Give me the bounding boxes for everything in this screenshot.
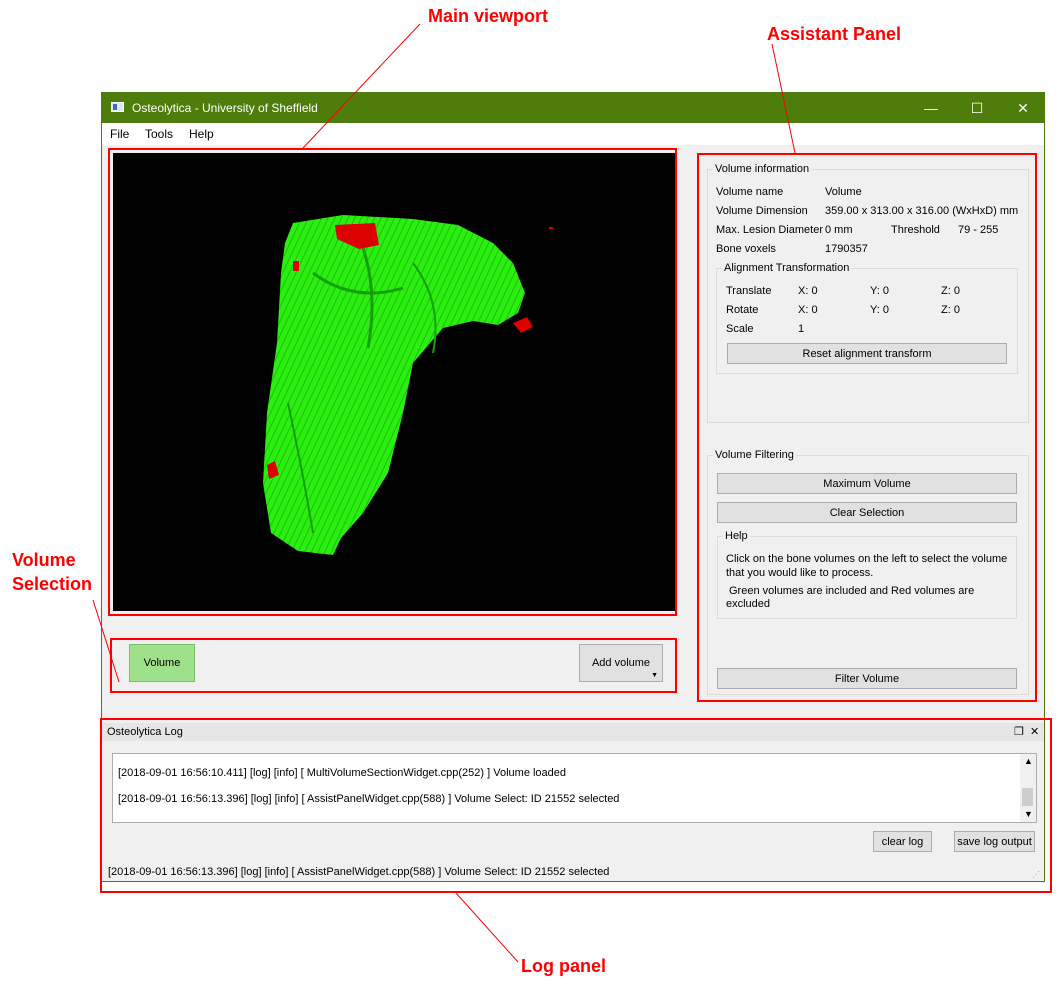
lesion-red-right[interactable] xyxy=(513,317,533,333)
clear-log-button[interactable]: clear log xyxy=(873,831,932,852)
title-bar[interactable]: Osteolytica - University of Sheffield — … xyxy=(102,93,1044,123)
scroll-up-icon[interactable]: ▲ xyxy=(1024,756,1033,766)
annotation-volume-selection-2: Selection xyxy=(12,574,93,594)
maximum-volume-button[interactable]: Maximum Volume xyxy=(717,473,1017,494)
scroll-down-icon[interactable]: ▼ xyxy=(1024,809,1033,819)
status-bar-text: [2018-09-01 16:56:13.396] [log] [info] [… xyxy=(108,866,610,878)
help-text-3: Green volumes are included and Red volum… xyxy=(729,585,975,597)
translate-label: Translate xyxy=(726,285,772,297)
clear-selection-button[interactable]: Clear Selection xyxy=(717,502,1017,523)
menu-bar: File Tools Help xyxy=(102,123,1044,145)
rotate-label: Rotate xyxy=(726,304,759,316)
threshold-value: 79 - 255 xyxy=(958,224,999,236)
translate-z: Z: 0 xyxy=(941,285,960,297)
annotation-log-panel: Log panel xyxy=(521,956,606,976)
bone-voxels-value: 1790357 xyxy=(825,243,868,255)
float-icon[interactable]: ❐ xyxy=(1014,725,1024,738)
app-window: Osteolytica - University of Sheffield — … xyxy=(101,92,1045,882)
menu-file[interactable]: File xyxy=(110,127,129,141)
volume-button[interactable]: Volume xyxy=(129,644,195,682)
resize-grip-icon[interactable]: ⋰ xyxy=(1032,870,1040,879)
reset-alignment-button[interactable]: Reset alignment transform xyxy=(727,343,1007,364)
log-title-bar: Osteolytica Log ❐ ✕ xyxy=(102,723,1044,741)
log-output[interactable]: [2018-09-01 16:56:10.411] [log] [info] [… xyxy=(112,753,1037,823)
help-text-2: that you would like to process. xyxy=(726,567,874,579)
menu-tools[interactable]: Tools xyxy=(145,127,173,141)
lesion-diameter-label: Max. Lesion Diameter xyxy=(716,224,823,236)
window-title: Osteolytica - University of Sheffield xyxy=(132,101,318,115)
help-text-1: Click on the bone volumes on the left to… xyxy=(726,553,1008,565)
help-text-4: excluded xyxy=(726,598,771,610)
log-scrollbar[interactable]: ▲ ▼ xyxy=(1020,754,1036,822)
annotation-main-viewport: Main viewport xyxy=(428,6,549,26)
volume-name-value: Volume xyxy=(825,186,862,198)
volume-name-label: Volume name xyxy=(716,186,784,198)
add-volume-button[interactable]: Add volume ▼ xyxy=(579,644,663,682)
app-icon xyxy=(111,102,124,112)
volume-information-title: Volume information xyxy=(713,163,812,175)
close-button[interactable]: ✕ xyxy=(1000,93,1046,123)
help-title: Help xyxy=(723,530,750,542)
dropdown-arrow-icon: ▼ xyxy=(651,672,658,679)
scale-label: Scale xyxy=(726,323,754,335)
menu-help[interactable]: Help xyxy=(189,127,214,141)
bone-render[interactable] xyxy=(113,153,675,611)
annotation-assistant-panel: Assistant Panel xyxy=(767,24,902,44)
bone-voxels-label: Bone voxels xyxy=(716,243,776,255)
volume-dimension-value: 359.00 x 313.00 x 316.00 (WxHxD) mm xyxy=(825,205,1019,217)
annotation-volume-selection-1: Volume xyxy=(12,550,76,570)
main-viewport[interactable] xyxy=(113,153,675,611)
rotate-x: X: 0 xyxy=(798,304,818,316)
save-log-button[interactable]: save log output xyxy=(954,831,1035,852)
rotate-z: Z: 0 xyxy=(941,304,960,316)
minimize-button[interactable]: — xyxy=(908,93,954,123)
volume-filtering-title: Volume Filtering xyxy=(713,449,796,461)
maximize-button[interactable]: ☐ xyxy=(954,93,1000,123)
volume-dimension-label: Volume Dimension xyxy=(716,205,808,217)
log-entry: [2018-09-01 16:56:10.411] [log] [info] [… xyxy=(118,767,567,779)
log-entry: [2018-09-01 16:56:13.396] [log] [info] [… xyxy=(118,793,620,805)
lesion-diameter-value: 0 mm xyxy=(825,224,853,236)
add-volume-label: Add volume xyxy=(591,657,651,669)
log-close-icon[interactable]: ✕ xyxy=(1030,725,1039,738)
scale-value: 1 xyxy=(798,323,805,335)
alignment-title: Alignment Transformation xyxy=(722,262,852,274)
translate-y: Y: 0 xyxy=(870,285,889,297)
scroll-thumb[interactable] xyxy=(1022,788,1033,806)
translate-x: X: 0 xyxy=(798,285,818,297)
log-title: Osteolytica Log xyxy=(107,726,183,738)
rotate-y: Y: 0 xyxy=(870,304,889,316)
bone-volume-green[interactable] xyxy=(263,215,525,555)
filter-volume-button[interactable]: Filter Volume xyxy=(717,668,1017,689)
threshold-label: Threshold xyxy=(891,224,940,236)
